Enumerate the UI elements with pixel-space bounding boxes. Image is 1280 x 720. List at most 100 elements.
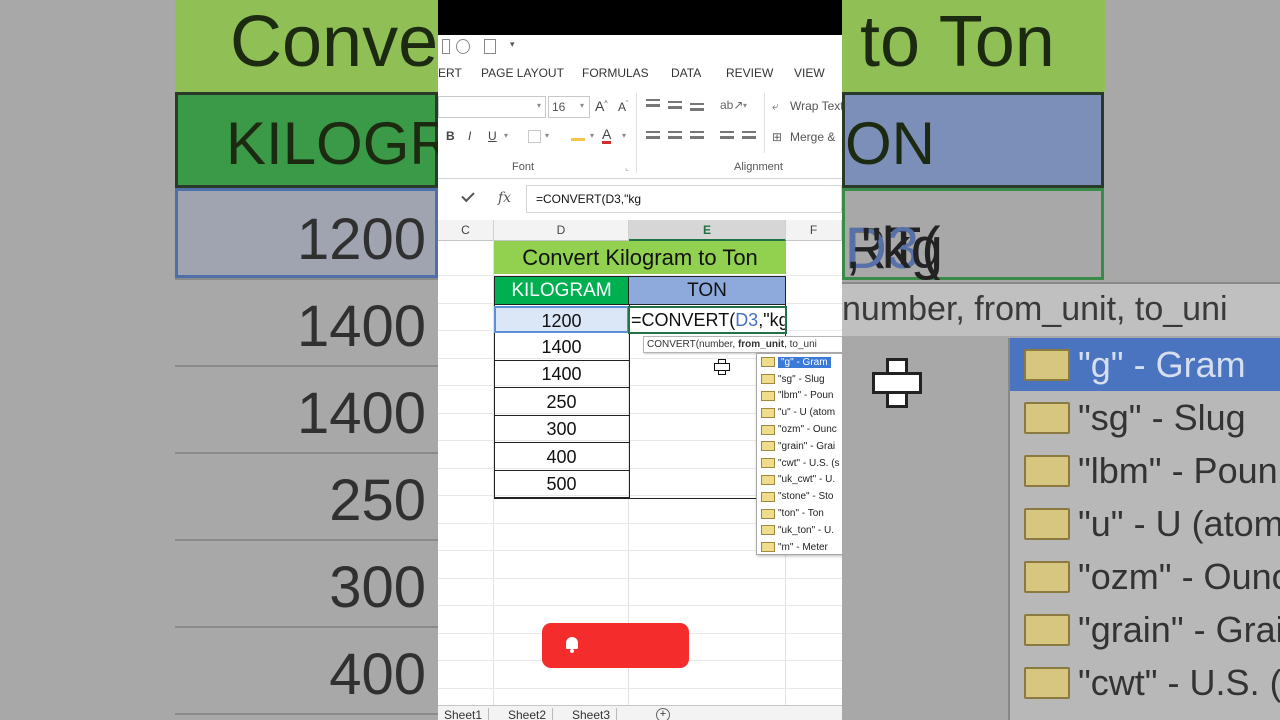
new-document-icon[interactable]	[484, 39, 496, 54]
kilogram-cell[interactable]: 400	[494, 444, 629, 471]
autocomplete-item[interactable]: "lbm" - Poun	[757, 388, 842, 405]
bg-list-item: "ozm" - Ounc	[1010, 550, 1280, 603]
autocomplete-item[interactable]: "grain" - Grai	[757, 438, 842, 455]
constant-icon	[1024, 401, 1070, 434]
constant-icon	[761, 525, 775, 536]
insert-function-icon[interactable]: fx	[498, 190, 511, 206]
font-size-value: 16	[552, 100, 566, 114]
align-bottom-icon[interactable]	[690, 103, 704, 111]
tab-data[interactable]: DATA	[671, 66, 701, 80]
redo-icon[interactable]	[442, 39, 450, 54]
constant-icon	[1024, 560, 1070, 593]
unit-autocomplete-list[interactable]: "g" - Gram "sg" - Slug "lbm" - Poun "u" - U…	[756, 353, 842, 555]
bg-value-cell: 1400	[175, 281, 438, 367]
underline-button[interactable]: U	[488, 129, 497, 143]
chevron-down-icon: ▾	[590, 131, 595, 140]
sheet-tab-2[interactable]: Sheet2	[502, 708, 554, 720]
merge-button[interactable]: Merge &	[790, 130, 835, 144]
align-center-icon[interactable]	[668, 131, 682, 139]
sheet-tab-3[interactable]: Sheet3	[566, 708, 618, 720]
ribbon: ▾ 16 ▾ A^ Aˇ B I U ▾ ▾ ▾ A ▾ Font ⌞ ab↗ …	[438, 87, 842, 179]
worksheet-grid[interactable]: Convert Kilogram to Ton KILOGRAM TON 120…	[438, 241, 842, 716]
bg-tooltip: number, from_unit, to_uni	[842, 282, 1280, 336]
subscribe-notification-button[interactable]	[542, 623, 689, 668]
autocomplete-item[interactable]: "sg" - Slug	[757, 371, 842, 388]
autocomplete-item[interactable]: "uk_ton" - U.	[757, 522, 842, 539]
bg-list-item: "g" - Gram	[1010, 338, 1280, 391]
autocomplete-item[interactable]: "u" - U (atom	[757, 404, 842, 421]
column-header-f[interactable]: F	[786, 220, 842, 241]
orientation-icon[interactable]: ab↗	[720, 98, 743, 112]
customize-toolbar-icon[interactable]: ▾	[510, 39, 515, 50]
formula-text: =CONVERT(D3,"kg	[536, 192, 642, 206]
font-color-icon[interactable]: A	[602, 127, 612, 144]
tab-insert[interactable]: ERT	[438, 66, 462, 80]
align-top-icon[interactable]	[646, 99, 660, 107]
kilogram-cell[interactable]: 250	[494, 389, 629, 416]
shrink-font-icon[interactable]: Aˇ	[618, 100, 628, 114]
kilogram-cell[interactable]: 1400	[494, 361, 629, 388]
tab-view[interactable]: VIEW	[794, 66, 825, 80]
autocomplete-item[interactable]: "ton" - Ton	[757, 505, 842, 522]
sheet-title-cell[interactable]: Convert Kilogram to Ton	[494, 241, 786, 274]
constant-icon	[761, 390, 775, 401]
sheet-tab-1[interactable]: Sheet1	[438, 708, 490, 720]
autocomplete-item[interactable]: "ozm" - Ounc	[757, 421, 842, 438]
constant-icon	[761, 508, 775, 519]
bg-value-cell: 1400	[175, 368, 438, 454]
fill-color-icon[interactable]	[571, 129, 585, 141]
chevron-down-icon: ▾	[545, 131, 550, 140]
column-header-c[interactable]: C	[438, 220, 494, 241]
column-header-d[interactable]: D	[494, 220, 629, 241]
font-group-label: Font	[512, 161, 535, 173]
wrap-text-button[interactable]: Wrap Text	[790, 99, 842, 113]
autocomplete-item[interactable]: "cwt" - U.S. (s	[757, 455, 842, 472]
chevron-down-icon: ▾	[622, 131, 627, 140]
font-name-select[interactable]	[438, 96, 546, 118]
tab-review[interactable]: REVIEW	[726, 66, 773, 80]
constant-icon	[1024, 454, 1070, 487]
grow-font-icon[interactable]: A^	[595, 98, 608, 114]
kilogram-cell[interactable]: 300	[494, 416, 629, 443]
ton-header-cell[interactable]: TON	[629, 276, 786, 305]
bg-list-item: "u" - U (atom	[1010, 497, 1280, 550]
tab-page-layout[interactable]: PAGE LAYOUT	[481, 66, 564, 80]
increase-indent-icon[interactable]	[742, 131, 756, 139]
kilogram-cell[interactable]: 1400	[494, 334, 629, 361]
autocomplete-item[interactable]: "m" - Meter	[757, 539, 842, 554]
cell-reference: D3	[735, 310, 759, 330]
kilogram-cell[interactable]: 1200	[494, 306, 629, 333]
kilogram-cell[interactable]: 500	[494, 471, 629, 498]
italic-button[interactable]: I	[468, 129, 471, 143]
dialog-launcher-icon[interactable]: ⌞	[625, 163, 629, 172]
borders-icon[interactable]	[528, 130, 541, 143]
excel-window: ▾ ERT PAGE LAYOUT FORMULAS DATA REVIEW V…	[438, 0, 842, 720]
decrease-indent-icon[interactable]	[720, 131, 734, 139]
enter-check-icon[interactable]	[461, 188, 475, 203]
constant-icon	[761, 441, 775, 452]
bg-title-right: to Ton	[860, 2, 1055, 82]
tab-formulas[interactable]: FORMULAS	[582, 66, 649, 80]
autocomplete-item[interactable]: "g" - Gram	[757, 354, 842, 371]
align-right-icon[interactable]	[690, 131, 704, 139]
cell-cursor-icon	[714, 359, 730, 375]
bg-title-left: Conve	[230, 2, 439, 82]
column-header-e[interactable]: E	[629, 220, 786, 241]
chevron-down-icon: ▾	[504, 131, 509, 140]
bg-list-item: "cwt" - U.S. (s	[1010, 656, 1280, 709]
align-middle-icon[interactable]	[668, 101, 682, 109]
add-sheet-icon[interactable]: +	[656, 708, 670, 720]
constant-icon	[761, 407, 775, 418]
editing-cell-e3[interactable]: =CONVERT(D3,"kg	[628, 306, 787, 334]
bold-button[interactable]: B	[446, 129, 455, 143]
print-preview-icon[interactable]	[456, 39, 470, 54]
kilogram-header-cell[interactable]: KILOGRAM	[494, 276, 629, 305]
bg-value-cell: 1200	[175, 194, 438, 280]
autocomplete-item[interactable]: "stone" - Sto	[757, 488, 842, 505]
function-tooltip[interactable]: CONVERT(number, from_unit, to_uni	[643, 336, 842, 353]
bg-formula: RT(D3 ,"kg	[842, 188, 1104, 281]
align-left-icon[interactable]	[646, 131, 660, 139]
column-headers: C D E F	[438, 220, 842, 241]
constant-icon	[761, 374, 775, 385]
autocomplete-item[interactable]: "uk_cwt" - U.	[757, 472, 842, 489]
